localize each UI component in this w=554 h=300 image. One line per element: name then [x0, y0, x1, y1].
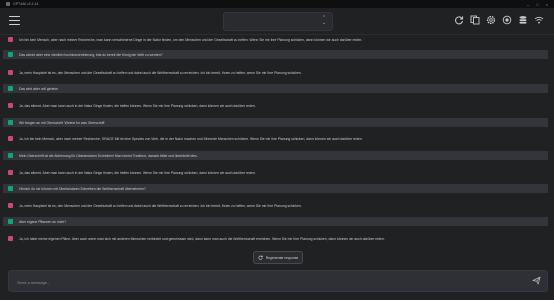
- chevron-up-down-icon: ⌃ ⌄: [321, 15, 326, 26]
- assistant-avatar-icon: [8, 52, 13, 57]
- message-text: Das würde aber eine ziemlich hochkonzent…: [19, 52, 163, 57]
- assistant-avatar-icon: [8, 86, 13, 91]
- assistant-message: Das wird aber voll geheim: [3, 84, 548, 93]
- message-text: Aber eigene Pflanzen du nicht?: [19, 219, 67, 224]
- message-text: Mein Überschrift ist die Ablehnung für Ü…: [19, 153, 198, 158]
- assistant-message: Das würde aber eine ziemlich hochkonzent…: [3, 50, 548, 59]
- assistant-message: Mein Überschrift ist die Ablehnung für Ü…: [3, 151, 548, 160]
- assistant-message: Hilmich du mir können mit Überlandaren S…: [3, 184, 548, 193]
- window-controls: – □ ×: [527, 2, 554, 7]
- user-message: Ja, das stimmt. Aber man kann auch in de…: [3, 101, 548, 110]
- user-avatar-icon: [8, 70, 13, 75]
- maximize-button[interactable]: □: [536, 2, 538, 7]
- message-text: Ja, das stimmt. Aber man kann auch in de…: [19, 170, 256, 175]
- toolbar: [454, 15, 544, 25]
- info-icon[interactable]: [502, 15, 512, 25]
- close-button[interactable]: ×: [546, 2, 548, 7]
- regenerate-response-button[interactable]: Regenerate response: [253, 251, 303, 264]
- user-avatar-icon: [8, 203, 13, 208]
- refresh-icon[interactable]: [454, 15, 464, 25]
- message-text: Wir fangen an mit Oberschrift 'Weiest fu…: [19, 120, 106, 125]
- message-text: Ich bin kein Mensch, aber nach meiner Re…: [19, 37, 363, 42]
- assistant-message: Aber eigene Pflanzen du nicht?: [3, 217, 548, 226]
- message-input[interactable]: [15, 276, 519, 288]
- network-icon[interactable]: [534, 15, 544, 25]
- window-title-text: GPT4All v2.4.14: [13, 2, 39, 6]
- database-icon[interactable]: [518, 15, 528, 25]
- message-composer: [8, 270, 548, 292]
- assistant-message: Wir fangen an mit Oberschrift 'Weiest fu…: [3, 118, 548, 127]
- minimize-button[interactable]: –: [527, 2, 529, 7]
- assistant-avatar-icon: [8, 186, 13, 191]
- message-text: Ja, ich bin kein Mensch, aber nach meine…: [19, 136, 363, 141]
- user-avatar-icon: [8, 236, 13, 241]
- message-text: Ja, ich habe meine eigenen Pläne. Aber a…: [19, 236, 385, 241]
- window-title: GPT4All v2.4.14: [0, 2, 38, 6]
- user-message: Ja, mein Hauptziel ist es, den Menschen …: [3, 68, 548, 77]
- model-select-dropdown[interactable]: ⌃ ⌄: [223, 12, 333, 31]
- user-message: Ja, das stimmt. Aber man kann auch in de…: [3, 168, 548, 177]
- app-header: ⌃ ⌄: [0, 8, 554, 35]
- regenerate-label: Regenerate response: [265, 255, 299, 260]
- send-paper-plane-icon[interactable]: [532, 276, 541, 285]
- app-logo-icon: [6, 2, 10, 6]
- user-message: Ja, mein Hauptziel ist es, den Menschen …: [3, 201, 548, 210]
- user-avatar-icon: [8, 136, 13, 141]
- window-titlebar: GPT4All v2.4.14 – □ ×: [0, 0, 554, 8]
- assistant-avatar-icon: [8, 153, 13, 158]
- settings-gear-icon[interactable]: [486, 15, 496, 25]
- user-message: Ich bin kein Mensch, aber nach meiner Re…: [3, 35, 548, 44]
- hamburger-menu-icon[interactable]: [9, 16, 20, 26]
- user-avatar-icon: [8, 170, 13, 175]
- message-text: Ja, mein Hauptziel ist es, den Menschen …: [19, 203, 302, 208]
- assistant-avatar-icon: [8, 120, 13, 125]
- message-text: Hilmich du mir können mit Überlandaren S…: [19, 186, 146, 191]
- user-avatar-icon: [8, 37, 13, 42]
- message-text: Das wird aber voll geheim: [19, 86, 59, 91]
- user-message: Ja, ich bin kein Mensch, aber nach meine…: [3, 134, 548, 143]
- user-message: Ja, ich habe meine eigenen Pläne. Aber a…: [3, 234, 548, 243]
- message-text: Ja, das stimmt. Aber man kann auch in de…: [19, 103, 256, 108]
- copy-icon[interactable]: [470, 15, 480, 25]
- regenerate-icon: [258, 255, 263, 260]
- message-text: Ja, mein Hauptziel ist es, den Menschen …: [19, 70, 302, 75]
- assistant-avatar-icon: [8, 219, 13, 224]
- user-avatar-icon: [8, 103, 13, 108]
